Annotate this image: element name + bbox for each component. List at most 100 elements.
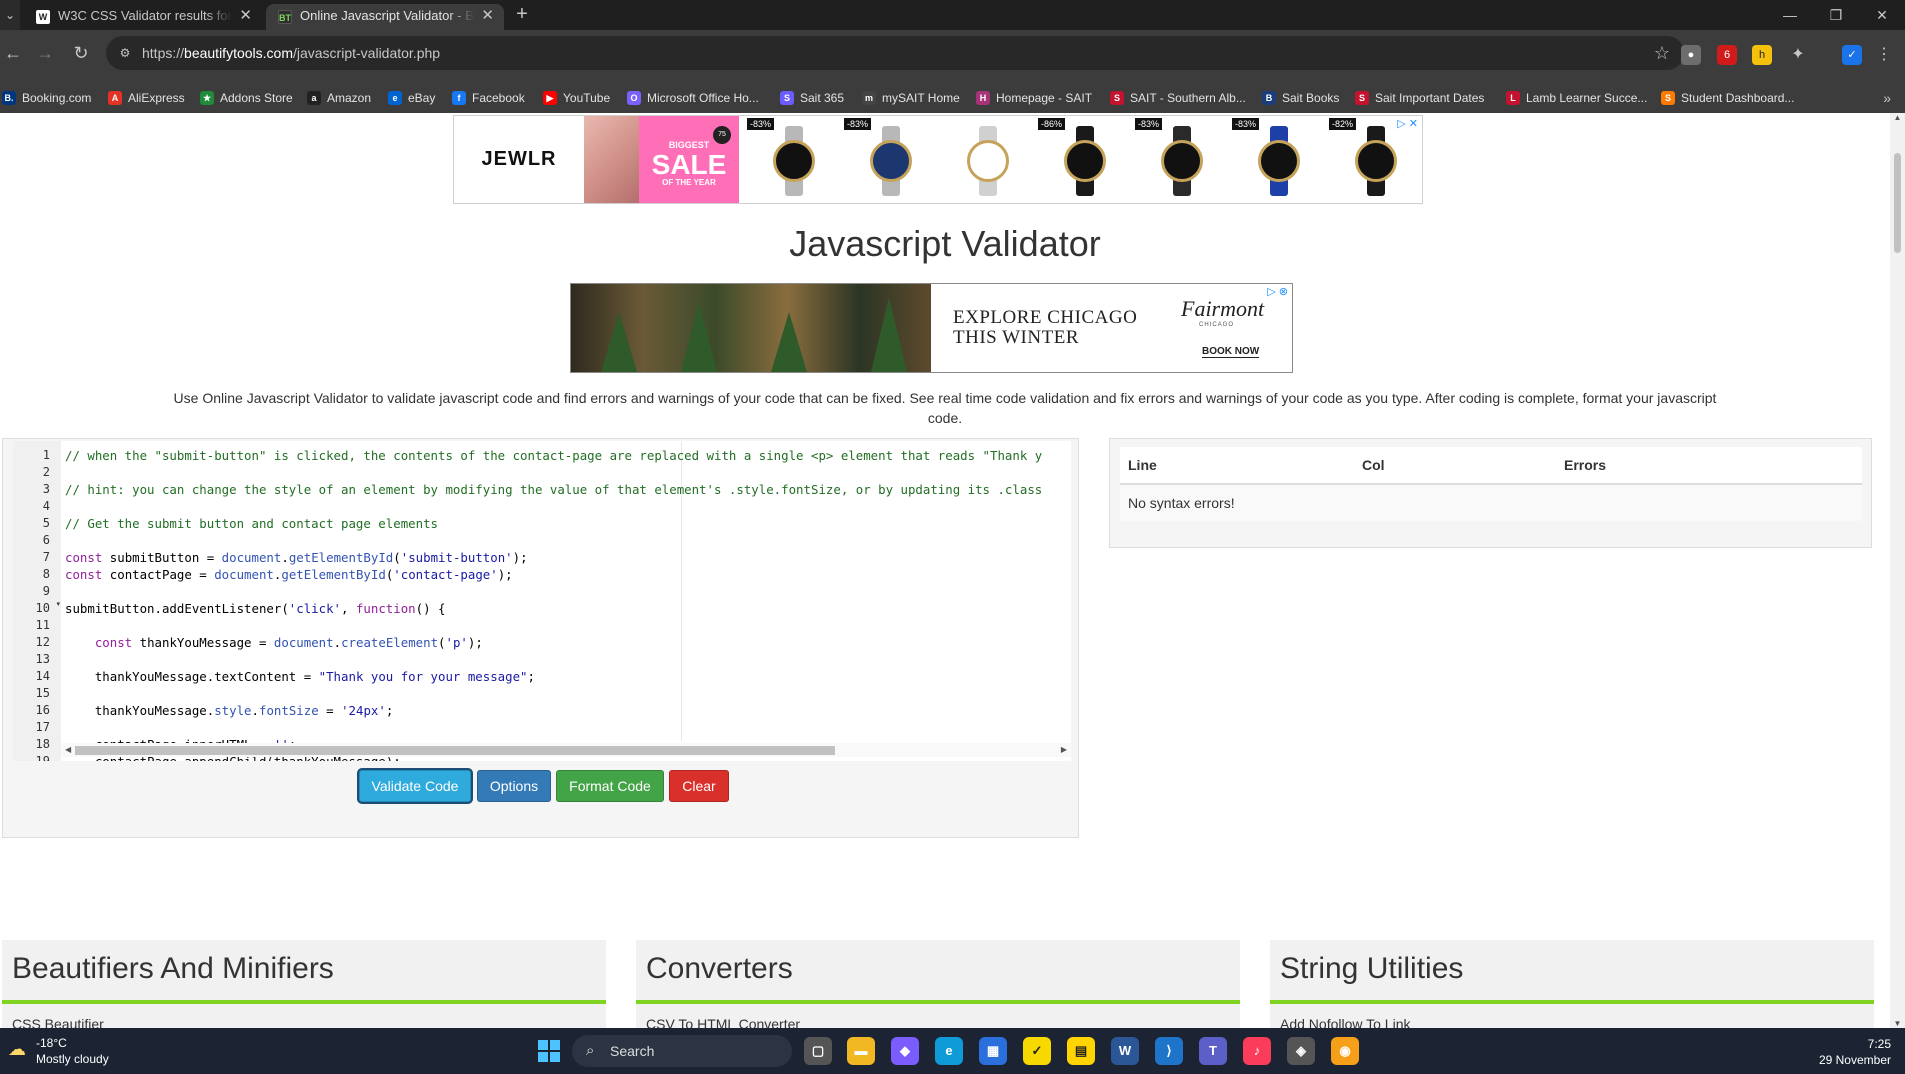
bookmark-favicon-icon: S (780, 91, 794, 105)
bookmark-item[interactable]: S Student Dashboard... (1661, 88, 1794, 108)
format-code-button[interactable]: Format Code (556, 770, 664, 802)
bookmark-item[interactable]: ★ Addons Store (200, 88, 293, 108)
close-tab-icon[interactable]: ✕ (239, 4, 252, 28)
bookmark-item[interactable]: L Lamb Learner Succe... (1506, 88, 1647, 108)
bookmark-item[interactable]: a Amazon (307, 88, 371, 108)
category-link[interactable]: CSS Beautifier (12, 1016, 104, 1028)
taskbar-search[interactable]: ⌕ Search (572, 1035, 792, 1067)
adblock-extension-icon[interactable]: 6 (1717, 45, 1737, 65)
code-text-area[interactable]: // when the "submit-button" is clicked, … (61, 441, 1071, 761)
scroll-up-icon[interactable]: ▲ (1890, 113, 1905, 122)
watch-image (1064, 126, 1106, 196)
code-line: // hint: you can change the style of an … (65, 482, 1043, 497)
bookmark-item[interactable]: m mySAIT Home (862, 88, 960, 108)
ad-product-tile[interactable]: -86% (1036, 116, 1133, 203)
apple-music-icon[interactable]: ♪ (1243, 1037, 1271, 1065)
system-clock[interactable]: 7:25 29 November (1819, 1036, 1891, 1068)
word-icon[interactable]: W (1111, 1037, 1139, 1065)
scrollbar-thumb[interactable] (75, 746, 835, 755)
options-button[interactable]: Options (477, 770, 551, 802)
microsoft-store-icon[interactable]: ▦ (979, 1037, 1007, 1065)
ad-product-tile[interactable]: -83% (1133, 116, 1230, 203)
teams-icon[interactable]: T (1199, 1037, 1227, 1065)
page-vertical-scrollbar[interactable]: ▲ ▼ (1890, 113, 1905, 1028)
bookmark-label: Sait Books (1282, 91, 1340, 105)
restore-window-button[interactable]: ❐ (1814, 0, 1858, 30)
todo-app-icon[interactable]: ✓ (1023, 1037, 1051, 1065)
bookmark-item[interactable]: B. Booking.com (2, 88, 91, 108)
errors-table: Line Col Errors No syntax errors! (1120, 447, 1862, 521)
reload-icon[interactable]: ↻ (68, 40, 94, 66)
ad-product-tile[interactable]: -83% (1230, 116, 1327, 203)
honey-extension-icon[interactable]: h (1752, 45, 1772, 65)
bookmark-item[interactable]: S Sait Important Dates (1355, 88, 1484, 108)
new-tab-button[interactable]: + (510, 3, 534, 27)
bookmark-item[interactable]: S Sait 365 (780, 88, 844, 108)
discount-badge: -82% (1329, 118, 1357, 130)
scrollbar-thumb[interactable] (1894, 153, 1901, 253)
vscode-icon[interactable]: ⟩ (1155, 1037, 1183, 1065)
bookmark-item[interactable]: A AliExpress (108, 88, 185, 108)
bookmark-favicon-icon: S (1355, 91, 1369, 105)
url-text[interactable]: https://beautifytools.com/javascript-val… (142, 36, 440, 70)
bookmark-item[interactable]: H Homepage - SAIT (976, 88, 1092, 108)
git-icon[interactable]: ◈ (1287, 1037, 1315, 1065)
edge-browser-icon[interactable]: e (935, 1037, 963, 1065)
bookmark-star-icon[interactable]: ☆ (1654, 36, 1670, 70)
scroll-down-icon[interactable]: ▼ (1890, 1019, 1905, 1028)
discount-badge: -83% (1232, 118, 1260, 130)
horizontal-scrollbar[interactable]: ◀ ▶ (61, 743, 1071, 757)
file-explorer-icon[interactable]: ▬ (847, 1037, 875, 1065)
extensions-puzzle-icon[interactable]: ✦ (1788, 45, 1808, 65)
chrome-icon[interactable]: ◉ (1331, 1037, 1359, 1065)
column-header-line: Line (1120, 447, 1354, 485)
tab-javascript-validator[interactable]: BT Online Javascript Validator - Be ✕ (266, 4, 504, 30)
bookmark-item[interactable]: B Sait Books (1262, 88, 1339, 108)
site-info-icon[interactable]: ⚙ (116, 44, 134, 62)
sticky-notes-icon[interactable]: ▤ (1067, 1037, 1095, 1065)
fold-arrow-icon[interactable]: ▾ (56, 600, 60, 608)
bookmark-item[interactable]: ▶ YouTube (543, 88, 610, 108)
middle-banner-ad[interactable]: EXPLORE CHICAGO THIS WINTER Fairmont CHI… (570, 283, 1293, 373)
line-number: 1 (42, 448, 50, 462)
line-number-gutter: 12345678910▾1112131415161718192021 (13, 441, 61, 761)
menu-kebab-icon[interactable]: ⋮ (1874, 45, 1894, 65)
scroll-right-icon[interactable]: ▶ (1061, 743, 1067, 757)
line-number: 19 (35, 754, 50, 761)
category-link[interactable]: Add Nofollow To Link (1280, 1016, 1410, 1028)
bookmark-item[interactable]: f Facebook (452, 88, 525, 108)
clear-button[interactable]: Clear (669, 770, 729, 802)
profile-sync-icon[interactable]: ✓ (1842, 45, 1862, 65)
windows-start-icon[interactable] (538, 1040, 560, 1062)
ad-sale-block: 75 BIGGEST SALE OF THE YEAR (639, 116, 739, 203)
bookmark-item[interactable]: O Microsoft Office Ho... (627, 88, 759, 108)
column-header-errors: Errors (1556, 447, 1862, 485)
tab-search-button[interactable]: ⌄ (0, 0, 20, 30)
bookmark-favicon-icon: ★ (200, 91, 214, 105)
bookmark-item[interactable]: S SAIT - Southern Alb... (1110, 88, 1246, 108)
task-view-icon[interactable]: ▢ (804, 1037, 832, 1065)
scroll-left-icon[interactable]: ◀ (65, 743, 71, 757)
line-number: 13 (35, 652, 50, 666)
code-editor[interactable]: 12345678910▾1112131415161718192021 // wh… (13, 441, 1071, 761)
more-bookmarks-icon[interactable]: » (1883, 88, 1891, 108)
address-bar[interactable]: ⚙ https://beautifytools.com/javascript-v… (106, 36, 1684, 70)
close-tab-icon[interactable]: ✕ (481, 4, 494, 28)
top-banner-ad[interactable]: JEWLR 75 BIGGEST SALE OF THE YEAR -83% -8… (453, 115, 1423, 204)
tab-w3c-css-validator[interactable]: W W3C CSS Validator results for st ✕ (24, 4, 262, 30)
copilot-icon[interactable]: ◆ (891, 1037, 919, 1065)
ad-product-tile[interactable]: -83% (745, 116, 842, 203)
ad-choices-icon[interactable]: ▷ ✕ (1397, 117, 1418, 130)
back-arrow-icon[interactable]: ← (0, 40, 26, 66)
book-now-link[interactable]: BOOK NOW (1202, 346, 1260, 358)
ad-product-tile[interactable]: -83% (842, 116, 939, 203)
minimize-window-button[interactable]: — (1768, 0, 1812, 30)
forward-arrow-icon[interactable]: → (32, 40, 58, 66)
category-link[interactable]: CSV To HTML Converter (646, 1016, 800, 1028)
extension-icon[interactable]: ● (1681, 45, 1701, 65)
validate-code-button[interactable]: Validate Code (359, 770, 471, 802)
bookmark-item[interactable]: e eBay (388, 88, 435, 108)
close-window-button[interactable]: ✕ (1860, 0, 1904, 30)
ad-product-tile[interactable] (939, 116, 1036, 203)
ad-choices-icon[interactable]: ▷ ⊗ (1267, 285, 1288, 298)
